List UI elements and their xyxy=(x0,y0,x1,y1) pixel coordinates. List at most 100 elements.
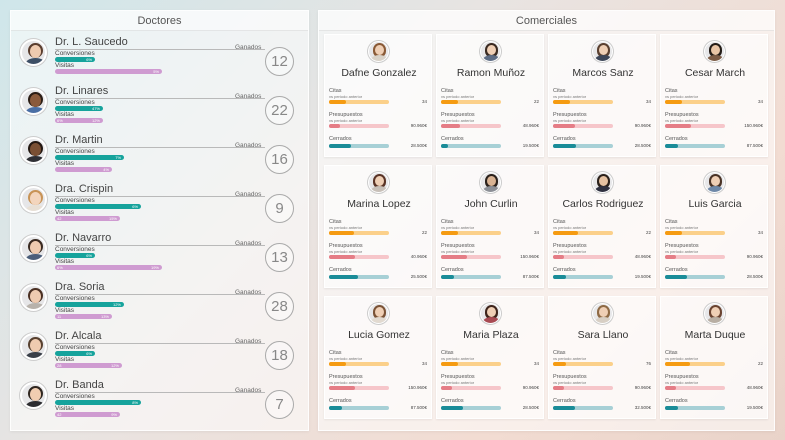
presupuestos-comparison-label: vs periodo anterior xyxy=(441,249,475,254)
presupuestos-bar-track xyxy=(553,255,613,259)
conversiones-value: 6% xyxy=(86,253,92,258)
doctor-row[interactable]: Dr. Banda Ganados 7 Conversiones 8% Visitas 42… xyxy=(11,378,310,427)
cerrados-bar-track xyxy=(441,406,501,410)
citas-comparison-label: vs periodo anterior xyxy=(329,94,363,99)
doctor-row[interactable]: Dr. Martin Ganados 16 Conversiones 7% Visitas… xyxy=(11,133,310,182)
doctor-row[interactable]: Dra. Soria Ganados 28 Conversiones 12% Visita… xyxy=(11,280,310,329)
visitas-left-value: 42 xyxy=(57,412,62,417)
cerrados-bar-track xyxy=(329,406,389,410)
citas-comparison-label: vs periodo anterior xyxy=(553,356,587,361)
cerrados-bar-fill xyxy=(665,406,678,410)
avatar-body xyxy=(595,186,612,192)
comercial-card[interactable]: Lucia Gomez Citas vs periodo anterior 34 Pre… xyxy=(324,296,432,419)
comercial-name: Dafne Gonzalez xyxy=(341,67,417,79)
doctor-row[interactable]: Dra. Crispin Ganados 9 Conversiones 6% Visita… xyxy=(11,182,310,231)
avatar-body xyxy=(483,55,500,61)
doctor-name: Dr. L. Saucedo xyxy=(55,36,128,48)
avatar-body xyxy=(25,352,45,358)
visitas-value: 19% xyxy=(150,265,159,270)
comercial-card[interactable]: Cesar March Citas vs periodo anterior 34 Pre… xyxy=(660,34,768,157)
visitas-bar: 28 12% xyxy=(55,363,122,368)
citas-bar-fill xyxy=(665,362,690,366)
visitas-label: Visitas xyxy=(55,111,75,118)
cerrados-value: 25.500€ xyxy=(410,274,427,279)
citas-bar-track xyxy=(553,362,613,366)
doctor-avatar xyxy=(20,284,47,311)
doctor-row[interactable]: Dr. Navarro Ganados 13 Conversiones 6% Visita… xyxy=(11,231,310,280)
cerrados-value: 28.500€ xyxy=(410,143,427,148)
doctor-name: Dra. Soria xyxy=(55,281,105,293)
ganados-count: 18 xyxy=(265,341,294,370)
presupuestos-bar-fill xyxy=(665,386,676,390)
comercial-card[interactable]: Marta Duque Citas vs periodo anterior 22 Pre… xyxy=(660,296,768,419)
visitas-bar: 6% 12% xyxy=(55,118,103,123)
comercial-card[interactable]: Marcos Sanz Citas vs periodo anterior 34 Pre… xyxy=(548,34,656,157)
presupuestos-bar-fill xyxy=(441,386,452,390)
doctor-row[interactable]: Dr. Alcala Ganados 18 Conversiones 6% Visitas… xyxy=(11,329,310,378)
presupuestos-bar-fill xyxy=(665,255,676,259)
visitas-left-value: 11 xyxy=(57,314,62,319)
comercial-card[interactable]: Ramon Muñoz Citas vs periodo anterior 22 Pre… xyxy=(436,34,544,157)
cerrados-bar-track xyxy=(553,406,613,410)
visitas-value: 15% xyxy=(108,216,117,221)
comercial-avatar xyxy=(704,172,725,193)
visitas-label: Visitas xyxy=(55,356,75,363)
presupuestos-comparison-label: vs periodo anterior xyxy=(329,249,363,254)
conversiones-value: 12% xyxy=(112,302,121,307)
citas-bar-fill xyxy=(329,231,354,235)
doctor-row[interactable]: Dr. L. Saucedo Ganados 12 Conversiones 6% Vis… xyxy=(11,35,310,84)
cerrados-bar-fill xyxy=(553,406,575,410)
comercial-card[interactable]: Sara Llano Citas vs periodo anterior 76 Pres… xyxy=(548,296,656,419)
comercial-card[interactable]: Dafne Gonzalez Citas vs periodo anterior 34… xyxy=(324,34,432,157)
cerrados-bar-track xyxy=(553,144,613,148)
presupuestos-comparison-label: vs periodo anterior xyxy=(553,118,587,123)
ganados-count: 12 xyxy=(265,47,294,76)
visitas-label: Visitas xyxy=(55,160,75,167)
avatar-face xyxy=(375,307,384,317)
avatar-body xyxy=(483,317,500,323)
comercial-card[interactable]: Luis Garcia Citas vs periodo anterior 34 Pre… xyxy=(660,165,768,288)
presupuestos-bar-fill xyxy=(329,255,355,259)
avatar-body xyxy=(707,186,724,192)
comercial-name: Marina Lopez xyxy=(347,198,411,210)
cerrados-bar-fill xyxy=(665,275,687,279)
citas-bar-track xyxy=(329,362,389,366)
comercial-card[interactable]: John Curlin Citas vs periodo anterior 34 Pre… xyxy=(436,165,544,288)
comercial-card[interactable]: Marina Lopez Citas vs periodo anterior 22 Pr… xyxy=(324,165,432,288)
avatar-face xyxy=(30,339,41,352)
avatar-face xyxy=(30,388,41,401)
cerrados-label: Cerrados xyxy=(441,136,464,142)
conversiones-value: 6% xyxy=(86,351,92,356)
cerrados-bar-track xyxy=(665,144,725,148)
cerrados-bar-fill xyxy=(441,406,463,410)
conversiones-label: Conversiones xyxy=(55,197,95,204)
visitas-bar: 42 15% xyxy=(55,216,120,221)
cerrados-bar-fill xyxy=(441,144,448,148)
comercial-card[interactable]: Maria Plaza Citas vs periodo anterior 34 Pre… xyxy=(436,296,544,419)
presupuestos-comparison-label: vs periodo anterior xyxy=(665,380,699,385)
comercial-name: Marta Duque xyxy=(684,329,746,341)
doctores-title: Doctores xyxy=(11,11,308,31)
ganados-label: Ganados xyxy=(235,142,262,149)
citas-comparison-label: vs periodo anterior xyxy=(553,225,587,230)
comercial-avatar xyxy=(592,303,613,324)
visitas-value: 9% xyxy=(111,412,117,417)
citas-bar-track xyxy=(441,231,501,235)
presupuestos-value: 48.960€ xyxy=(634,254,651,259)
presupuestos-comparison-label: vs periodo anterior xyxy=(553,249,587,254)
comercial-avatar xyxy=(480,172,501,193)
citas-bar-fill xyxy=(553,100,570,104)
comercial-avatar xyxy=(480,41,501,62)
cerrados-bar-fill xyxy=(553,144,576,148)
presupuestos-value: 90.960€ xyxy=(634,385,651,390)
comercial-card[interactable]: Carlos Rodriguez Citas vs periodo anterior… xyxy=(548,165,656,288)
avatar-face xyxy=(30,143,41,156)
citas-bar-track xyxy=(665,231,725,235)
comerciales-panel: Comerciales Dafne Gonzalez Citas vs period… xyxy=(318,10,775,431)
citas-value: 76 xyxy=(645,361,651,366)
comercial-avatar xyxy=(480,303,501,324)
presupuestos-value: 48.960€ xyxy=(746,385,763,390)
presupuestos-bar-track xyxy=(329,124,389,128)
doctor-row[interactable]: Dr. Linares Ganados 22 Conversiones 47% Visit… xyxy=(11,84,310,133)
visitas-bar: 42 9% xyxy=(55,412,120,417)
